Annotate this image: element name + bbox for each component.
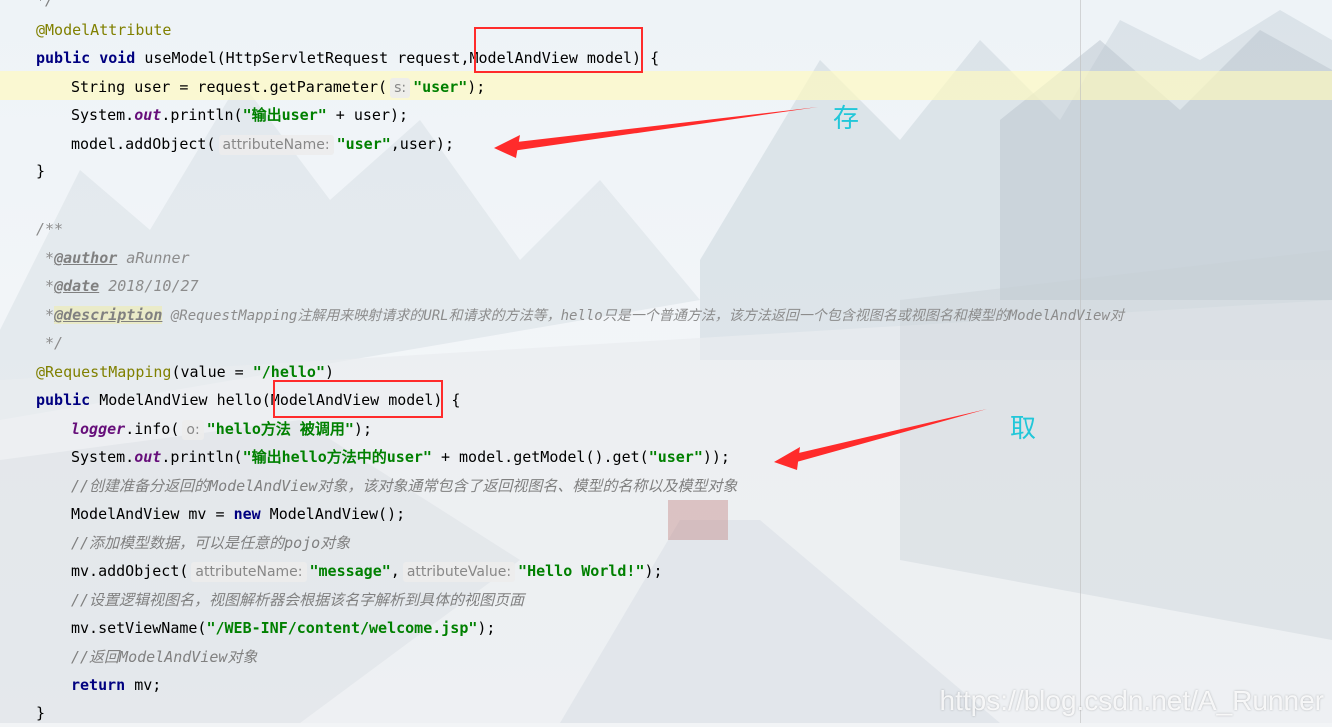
highlight-box-hello-param: [273, 380, 443, 418]
store-label: 存: [833, 104, 860, 134]
code-line: */: [36, 334, 64, 352]
code-line: mv.addObject(attributeName: "message", att…: [71, 562, 663, 582]
code-line: model.addObject(attributeName: "user",use…: [71, 135, 454, 155]
parameter-hint: attributeName:: [218, 135, 334, 155]
parameter-hint: attributeValue:: [402, 562, 516, 582]
code-line: //添加模型数据，可以是任意的pojo对象: [71, 534, 351, 552]
watermark: https://blog.csdn.net/A_Runner: [939, 685, 1324, 716]
parameter-hint: attributeName:: [191, 562, 307, 582]
code-line: System.out.println("输出hello方法中的user" + m…: [71, 448, 730, 466]
right-margin-guide: [1080, 0, 1081, 723]
code-line: ModelAndView mv = new ModelAndView();: [71, 505, 406, 523]
code-line: *@author aRunner: [36, 249, 190, 267]
parameter-hint: s:: [390, 78, 411, 98]
code-line: return mv;: [71, 676, 162, 694]
code-line: @ModelAttribute: [36, 21, 172, 39]
code-line: System.out.println("输出user" + user);: [71, 106, 409, 124]
code-line: String user = request.getParameter(s: "us…: [71, 78, 486, 98]
code-line: }: [36, 162, 46, 180]
fetch-label: 取: [1010, 414, 1037, 444]
fetch-arrow: [790, 409, 987, 463]
code-line: //设置逻辑视图名，视图解析器会根据该名字解析到具体的视图页面: [71, 591, 525, 609]
code-line: /**: [36, 220, 64, 238]
fetch-arrowhead: [774, 447, 800, 470]
parameter-hint: o:: [182, 420, 204, 440]
store-arrowhead: [494, 135, 520, 158]
store-arrow: [508, 107, 818, 151]
highlight-box-usemodel-param: [474, 27, 643, 73]
code-line: //返回ModelAndView对象: [71, 648, 258, 666]
code-line: */: [36, 0, 55, 9]
code-line: logger.info(o: "hello方法 被调用");: [71, 420, 372, 440]
code-line: *@date 2018/10/27: [36, 277, 199, 295]
code-line: //创建准备分返回的ModelAndView对象，该对象通常包含了返回视图名、模…: [71, 477, 738, 495]
code-line: *@description @RequestMapping注解用来映射请求的UR…: [36, 306, 1124, 324]
code-editor[interactable]: */ @ModelAttribute public void useModel(…: [0, 0, 1332, 723]
code-line: mv.setViewName("/WEB-INF/content/welcome…: [71, 619, 496, 637]
